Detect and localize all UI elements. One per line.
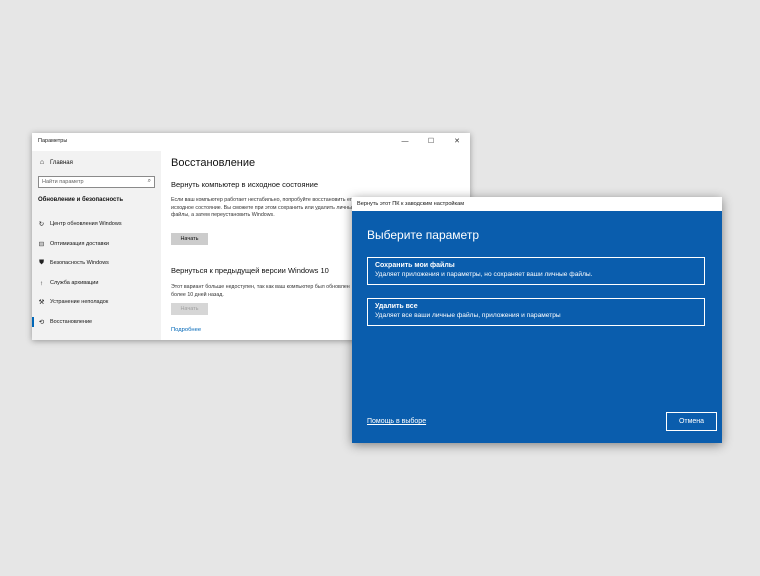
window-controls: — ☐ ✕ (392, 133, 470, 151)
shield-icon: ⛊ (39, 259, 44, 266)
keep-files-option[interactable]: Сохранить мои файлы Удаляет приложения и… (367, 257, 705, 285)
reset-start-button[interactable]: Начать (171, 233, 208, 245)
search-placeholder: Найти параметр (42, 179, 84, 185)
active-indicator (32, 317, 34, 327)
remove-everything-option[interactable]: Удалить все Удаляет все ваши личные файл… (367, 298, 705, 326)
rollback-section-description: Этот вариант больше недоступен, так как … (171, 284, 350, 298)
search-icon: ⌕ (147, 178, 151, 184)
minimize-icon[interactable]: — (392, 133, 418, 149)
cancel-button[interactable]: Отмена (666, 412, 717, 431)
sidebar-item-label: Безопасность Windows (50, 260, 109, 266)
settings-sidebar: ⌂ Главная Найти параметр ⌕ Обновление и … (32, 151, 161, 340)
option-description: Удаляет все ваши личные файлы, приложени… (375, 312, 561, 319)
sidebar-item-recovery[interactable]: ⟲ Восстановление (32, 317, 93, 327)
home-icon: ⌂ (39, 159, 45, 166)
dialog-title: Вернуть этот ПК к заводским настройкам (357, 201, 465, 207)
sidebar-item-troubleshoot[interactable]: ⚒ Устранение неполадок (38, 297, 109, 307)
delivery-icon: ⊟ (38, 241, 45, 248)
sidebar-item-label: Оптимизация доставки (50, 241, 109, 247)
more-info-link[interactable]: Подробнее (171, 327, 201, 333)
close-icon[interactable]: ✕ (444, 133, 470, 149)
rollback-start-button[interactable]: Начать (171, 303, 208, 315)
sidebar-item-windows-update[interactable]: ↻ Центр обновления Windows (38, 219, 122, 229)
sidebar-item-label: Центр обновления Windows (50, 221, 122, 227)
option-title: Удалить все (375, 303, 418, 310)
page-title: Восстановление (171, 157, 256, 169)
sidebar-item-windows-security[interactable]: ⛊ Безопасность Windows (38, 258, 109, 268)
sidebar-section-title: Обновление и безопасность (38, 197, 124, 203)
sidebar-item-backup[interactable]: ↑ Служба архивации (38, 278, 99, 288)
reset-section-title: Вернуть компьютер в исходное состояние (171, 180, 319, 189)
maximize-icon[interactable]: ☐ (418, 133, 444, 149)
search-input[interactable]: Найти параметр ⌕ (38, 176, 155, 188)
sidebar-item-label: Устранение неполадок (50, 299, 109, 305)
dialog-titlebar: Вернуть этот ПК к заводским настройкам (352, 197, 722, 211)
help-choosing-link[interactable]: Помощь в выборе (367, 418, 426, 425)
recovery-icon: ⟲ (38, 319, 45, 326)
wrench-icon: ⚒ (38, 299, 45, 306)
sidebar-home-label: Главная (50, 159, 73, 166)
sync-icon: ↻ (38, 221, 45, 228)
sidebar-item-delivery-optimization[interactable]: ⊟ Оптимизация доставки (38, 239, 109, 249)
rollback-section-title: Вернуться к предыдущей версии Windows 10 (171, 266, 329, 275)
backup-icon: ↑ (39, 279, 44, 287)
option-title: Сохранить мои файлы (375, 262, 455, 269)
option-description: Удаляет приложения и параметры, но сохра… (375, 271, 593, 278)
sidebar-item-label: Восстановление (50, 319, 93, 325)
sidebar-home[interactable]: ⌂ Главная (38, 159, 73, 166)
dialog-heading: Выберите параметр (367, 228, 480, 242)
reset-pc-dialog: Вернуть этот ПК к заводским настройкам В… (352, 197, 722, 443)
settings-titlebar: Параметры — ☐ ✕ (32, 133, 470, 151)
settings-window-title: Параметры (38, 138, 68, 144)
reset-section-description: Если ваш компьютер работает нестабильно,… (171, 197, 355, 219)
sidebar-item-label: Служба архивации (50, 280, 99, 286)
